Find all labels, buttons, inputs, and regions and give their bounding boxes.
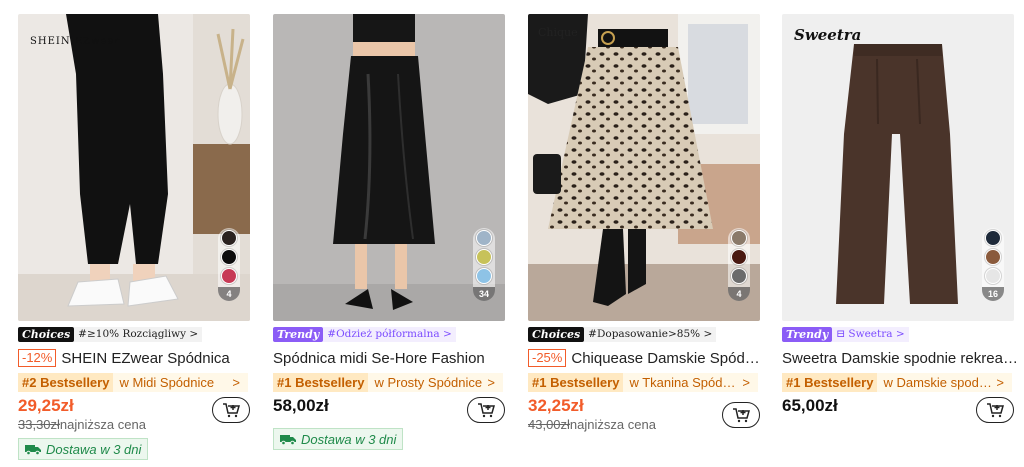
- old-price: 33,30zł: [18, 417, 60, 432]
- bestseller-rank[interactable]: #1 Bestsellery w Damskie spodnie >: [782, 373, 1012, 392]
- chevron-right-icon: >: [742, 375, 750, 390]
- brand-store-link[interactable]: ⊟ Sweetra >: [832, 327, 909, 342]
- tag-text[interactable]: #Dopasowanie>85% >: [584, 327, 717, 342]
- add-to-cart-button[interactable]: [976, 397, 1014, 423]
- price-row: 29,25zł 33,30złnajniższa cena: [18, 396, 260, 436]
- truck-icon: [280, 434, 296, 445]
- delivery-badge: Dostawa w 3 dni: [18, 438, 149, 460]
- product-card[interactable]: SHEIN EZwear 4 Choices #≥10% Rozciągliwy…: [18, 14, 260, 460]
- product-title[interactable]: -12% SHEIN EZwear Spódnica: [18, 349, 254, 367]
- price-row: 65,00zł: [782, 396, 1024, 436]
- swatch[interactable]: [476, 249, 492, 265]
- price-row: 32,25zł 43,00złnajniższa cena: [528, 396, 770, 436]
- swatch[interactable]: [731, 230, 747, 246]
- choices-badge: Choices: [18, 327, 75, 342]
- add-to-cart-button[interactable]: [722, 402, 760, 428]
- brand-logo: SHEIN EZwear: [30, 36, 121, 47]
- product-card[interactable]: Sweetra 16 Trendy ⊟ Sweetra > Sweetra Da…: [782, 14, 1024, 436]
- choices-badge: Choices: [528, 327, 585, 342]
- cart-add-icon: [733, 408, 750, 423]
- trendy-badge: Trendy: [782, 327, 833, 342]
- chevron-right-icon: >: [232, 375, 240, 390]
- old-price: 43,00zł: [528, 417, 570, 432]
- brand-logo: Sweetra: [794, 26, 862, 44]
- product-image[interactable]: SHEIN EZwear 4: [18, 14, 250, 321]
- swatch[interactable]: [985, 249, 1001, 265]
- chevron-right-icon: >: [996, 375, 1004, 390]
- rank-category: w Midi Spódnice: [119, 375, 215, 390]
- store-icon: ⊟: [836, 328, 849, 340]
- chevron-right-icon: >: [487, 375, 495, 390]
- cart-add-icon: [223, 403, 240, 418]
- rank-category: w Damskie spodnie: [883, 375, 993, 390]
- product-title-text[interactable]: SHEIN EZwear Spódnica: [61, 350, 229, 367]
- product-card[interactable]: Chique 4 Choices #Dopasowanie>85% > -25%…: [528, 14, 770, 436]
- lowest-price-label: najniższa cena: [59, 417, 146, 432]
- product-title[interactable]: -25% Chiquease Damskie Spódnice: [528, 349, 764, 367]
- rank-badge: #1 Bestsellery: [273, 373, 369, 392]
- product-title[interactable]: Sweetra Damskie spodnie rekreacyjne: [782, 349, 1018, 367]
- color-swatches[interactable]: 34: [473, 228, 495, 301]
- cart-add-icon: [987, 403, 1004, 418]
- swatch[interactable]: [221, 268, 237, 284]
- tag-row[interactable]: Trendy #Odzież półformalna >: [273, 327, 515, 342]
- discount-badge: -12%: [18, 349, 57, 367]
- tag-text[interactable]: #≥10% Rozciągliwy >: [74, 327, 203, 342]
- cart-add-icon: [478, 403, 495, 418]
- tag-text: Sweetra >: [848, 328, 905, 340]
- product-image[interactable]: Sweetra 16: [782, 14, 1014, 321]
- product-title-text[interactable]: Spódnica midi Se-Hore Fashion: [273, 350, 485, 367]
- tag-row[interactable]: Choices #≥10% Rozciągliwy >: [18, 327, 260, 342]
- product-image[interactable]: 34: [273, 14, 505, 321]
- rank-badge: #1 Bestsellery: [782, 373, 878, 392]
- product-card[interactable]: 34 Trendy #Odzież półformalna > Spódnica…: [273, 14, 515, 450]
- bestseller-rank[interactable]: #2 Bestsellery w Midi Spódnice >: [18, 373, 248, 392]
- color-swatches[interactable]: 4: [728, 228, 750, 301]
- rank-category: w Prosty Spódnice: [374, 375, 483, 390]
- tag-row[interactable]: Trendy ⊟ Sweetra >: [782, 327, 1024, 342]
- swatch[interactable]: [985, 268, 1001, 284]
- bestseller-rank[interactable]: #1 Bestsellery w Prosty Spódnice >: [273, 373, 503, 392]
- swatch[interactable]: [731, 249, 747, 265]
- swatch[interactable]: [985, 230, 1001, 246]
- product-title-text[interactable]: Chiquease Damskie Spódnice: [571, 350, 764, 367]
- rank-category: w Tkanina Spódnice: [629, 375, 739, 390]
- price-row: 58,00zł: [273, 396, 515, 426]
- delivery-text: Dostawa w 3 dni: [301, 431, 397, 447]
- swatch[interactable]: [731, 268, 747, 284]
- delivery-badge: Dostawa w 3 dni: [273, 428, 404, 450]
- color-swatches[interactable]: 16: [982, 228, 1004, 301]
- product-image[interactable]: Chique 4: [528, 14, 760, 321]
- trendy-badge: Trendy: [273, 327, 324, 342]
- swatch[interactable]: [221, 249, 237, 265]
- truck-icon: [25, 444, 41, 455]
- add-to-cart-button[interactable]: [212, 397, 250, 423]
- tag-text[interactable]: #Odzież półformalna >: [323, 327, 456, 342]
- delivery-text: Dostawa w 3 dni: [46, 441, 142, 457]
- swatch[interactable]: [221, 230, 237, 246]
- bestseller-rank[interactable]: #1 Bestsellery w Tkanina Spódnice >: [528, 373, 758, 392]
- rank-badge: #1 Bestsellery: [528, 373, 624, 392]
- product-title-text[interactable]: Sweetra Damskie spodnie rekreacyjne: [782, 350, 1018, 367]
- swatch[interactable]: [476, 230, 492, 246]
- product-grid: SHEIN EZwear 4 Choices #≥10% Rozciągliwy…: [0, 0, 1024, 467]
- tag-row[interactable]: Choices #Dopasowanie>85% >: [528, 327, 770, 342]
- brand-logo: Chique: [538, 26, 578, 39]
- rank-badge: #2 Bestsellery: [18, 373, 114, 392]
- lowest-price-label: najniższa cena: [569, 417, 656, 432]
- discount-badge: -25%: [528, 349, 567, 367]
- color-swatches[interactable]: 4: [218, 228, 240, 301]
- add-to-cart-button[interactable]: [467, 397, 505, 423]
- product-title[interactable]: Spódnica midi Se-Hore Fashion: [273, 349, 509, 367]
- swatch[interactable]: [476, 268, 492, 284]
